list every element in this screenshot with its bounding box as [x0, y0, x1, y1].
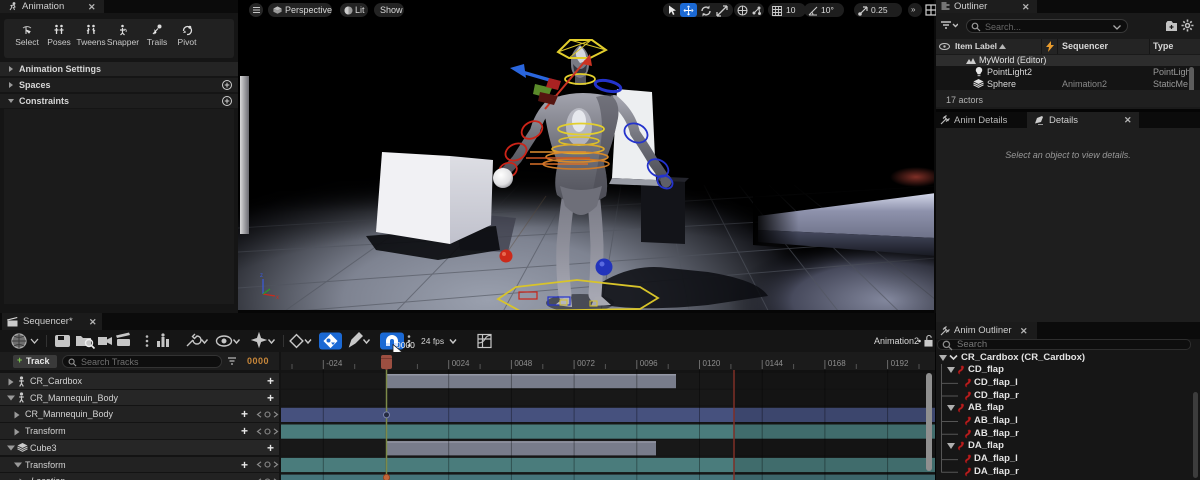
svg-text:Animation2: Animation2 [874, 336, 919, 346]
svg-text:0048: 0048 [514, 359, 532, 368]
svg-text:0192: 0192 [891, 359, 909, 368]
svg-text:0024: 0024 [452, 359, 470, 368]
svg-text:z: z [260, 273, 263, 279]
svg-text:0120: 0120 [703, 359, 721, 368]
svg-text:0144: 0144 [765, 359, 783, 368]
svg-text:x: x [276, 295, 279, 301]
svg-text:0168: 0168 [828, 359, 846, 368]
svg-text:-024: -024 [326, 359, 343, 368]
svg-text:0096: 0096 [640, 359, 658, 368]
svg-text:24 fps: 24 fps [421, 336, 444, 346]
svg-text:0072: 0072 [577, 359, 595, 368]
